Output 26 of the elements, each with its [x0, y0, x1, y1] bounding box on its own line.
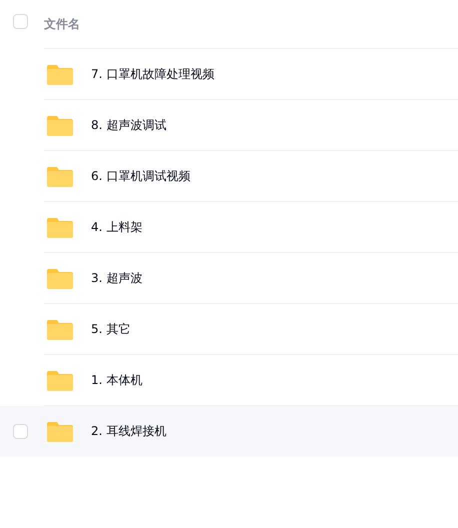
folder-row[interactable]: 4. 上料架	[0, 202, 458, 253]
folder-row[interactable]: 5. 其它	[0, 304, 458, 355]
folder-name[interactable]: 8. 超声波调试	[91, 116, 166, 134]
folder-name[interactable]: 4. 上料架	[91, 218, 142, 236]
folder-icon	[47, 318, 73, 340]
folder-name[interactable]: 3. 超声波	[91, 270, 142, 286]
folder-name[interactable]: 7. 口罩机故障处理视频	[91, 66, 214, 82]
folder-row[interactable]: 6. 口罩机调试视频	[0, 151, 458, 202]
folder-row[interactable]: 2. 耳线焊接机	[0, 406, 458, 457]
folder-name[interactable]: 5. 其它	[91, 320, 130, 338]
folder-icon	[47, 165, 73, 187]
folder-row[interactable]: 7. 口罩机故障处理视频	[0, 49, 458, 100]
folder-icon	[47, 267, 73, 289]
folder-name[interactable]: 6. 口罩机调试视频	[91, 168, 190, 184]
folder-name[interactable]: 2. 耳线焊接机	[91, 422, 166, 440]
folder-icon	[47, 369, 73, 391]
folder-icon	[47, 420, 73, 442]
column-header: 文件名	[44, 16, 80, 32]
folder-icon	[47, 114, 73, 136]
folder-row[interactable]: 3. 超声波	[0, 253, 458, 304]
folder-row[interactable]: 8. 超声波调试	[0, 100, 458, 151]
folder-icon	[47, 63, 73, 85]
select-all-checkbox[interactable]	[13, 14, 28, 29]
row-checkbox[interactable]	[13, 424, 28, 439]
folder-name[interactable]: 1. 本体机	[91, 372, 142, 388]
folder-icon	[47, 216, 73, 238]
